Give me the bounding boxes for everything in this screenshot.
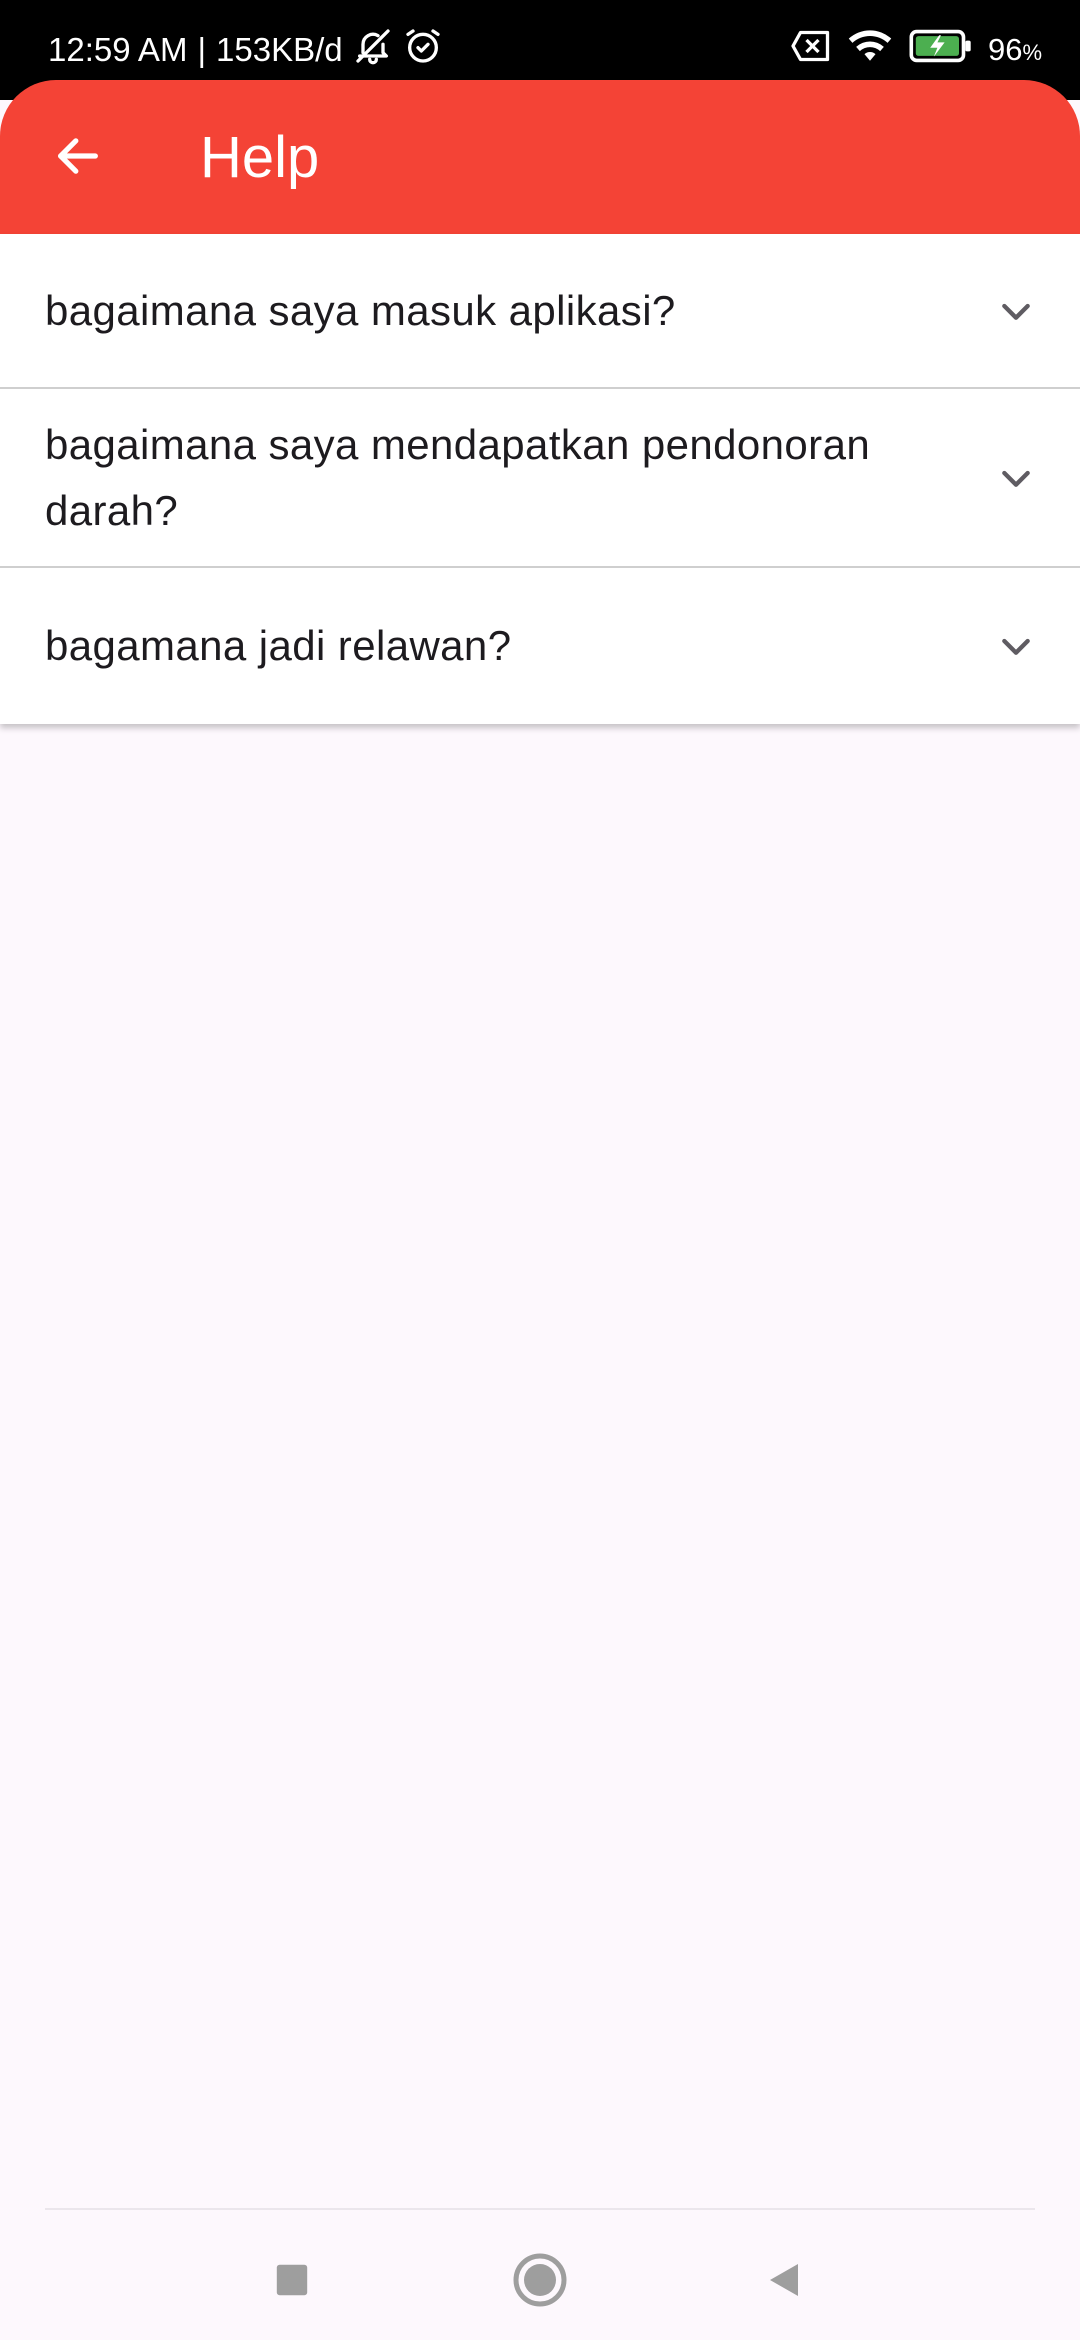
wifi-icon — [846, 27, 894, 73]
faq-question: bagaimana saya masuk aplikasi? — [45, 286, 676, 334]
faq-list: bagaimana saya masuk aplikasi? bagaimana… — [0, 234, 1080, 724]
chevron-down-icon[interactable] — [992, 622, 1040, 670]
faq-question: bagaimana saya mendapatkan pendonoran da… — [45, 420, 871, 534]
status-left: 12:59 AM | 153KB/d — [48, 26, 443, 74]
battery-percent-unit: % — [1022, 40, 1042, 65]
faq-item[interactable]: bagaimana saya mendapatkan pendonoran da… — [0, 389, 1080, 568]
back-icon — [764, 2260, 804, 2305]
status-time: 12:59 AM — [48, 31, 188, 68]
alarm-icon — [403, 26, 443, 74]
chevron-down-icon[interactable] — [992, 287, 1040, 335]
back-button[interactable] — [36, 116, 120, 200]
battery-charging-icon — [908, 28, 974, 72]
faq-item[interactable]: bagamana jadi relawan? — [0, 568, 1080, 724]
sim-off-icon — [790, 29, 832, 71]
faq-item[interactable]: bagaimana saya masuk aplikasi? — [0, 234, 1080, 389]
nav-divider — [45, 2208, 1035, 2210]
home-icon — [512, 2252, 568, 2313]
page-title: Help — [200, 125, 320, 190]
recent-apps-button[interactable] — [252, 2242, 332, 2322]
status-right: 96% — [790, 26, 1042, 74]
chevron-down-icon[interactable] — [992, 454, 1040, 502]
network-speed: 153KB/d — [216, 31, 343, 68]
app-bar: Help — [0, 80, 1080, 234]
mute-bell-icon — [353, 26, 393, 74]
home-button[interactable] — [500, 2242, 580, 2322]
recent-apps-icon — [273, 2261, 311, 2304]
faq-question: bagamana jadi relawan? — [45, 622, 512, 669]
system-back-button[interactable] — [744, 2242, 824, 2322]
screen: 12:59 AM | 153KB/d 96% Help bagaimana sa… — [0, 0, 1080, 2340]
system-nav-bar — [0, 2212, 1080, 2340]
battery-percent: 96% — [987, 32, 1042, 67]
status-separator: | — [197, 31, 207, 68]
arrow-back-icon — [52, 130, 104, 187]
